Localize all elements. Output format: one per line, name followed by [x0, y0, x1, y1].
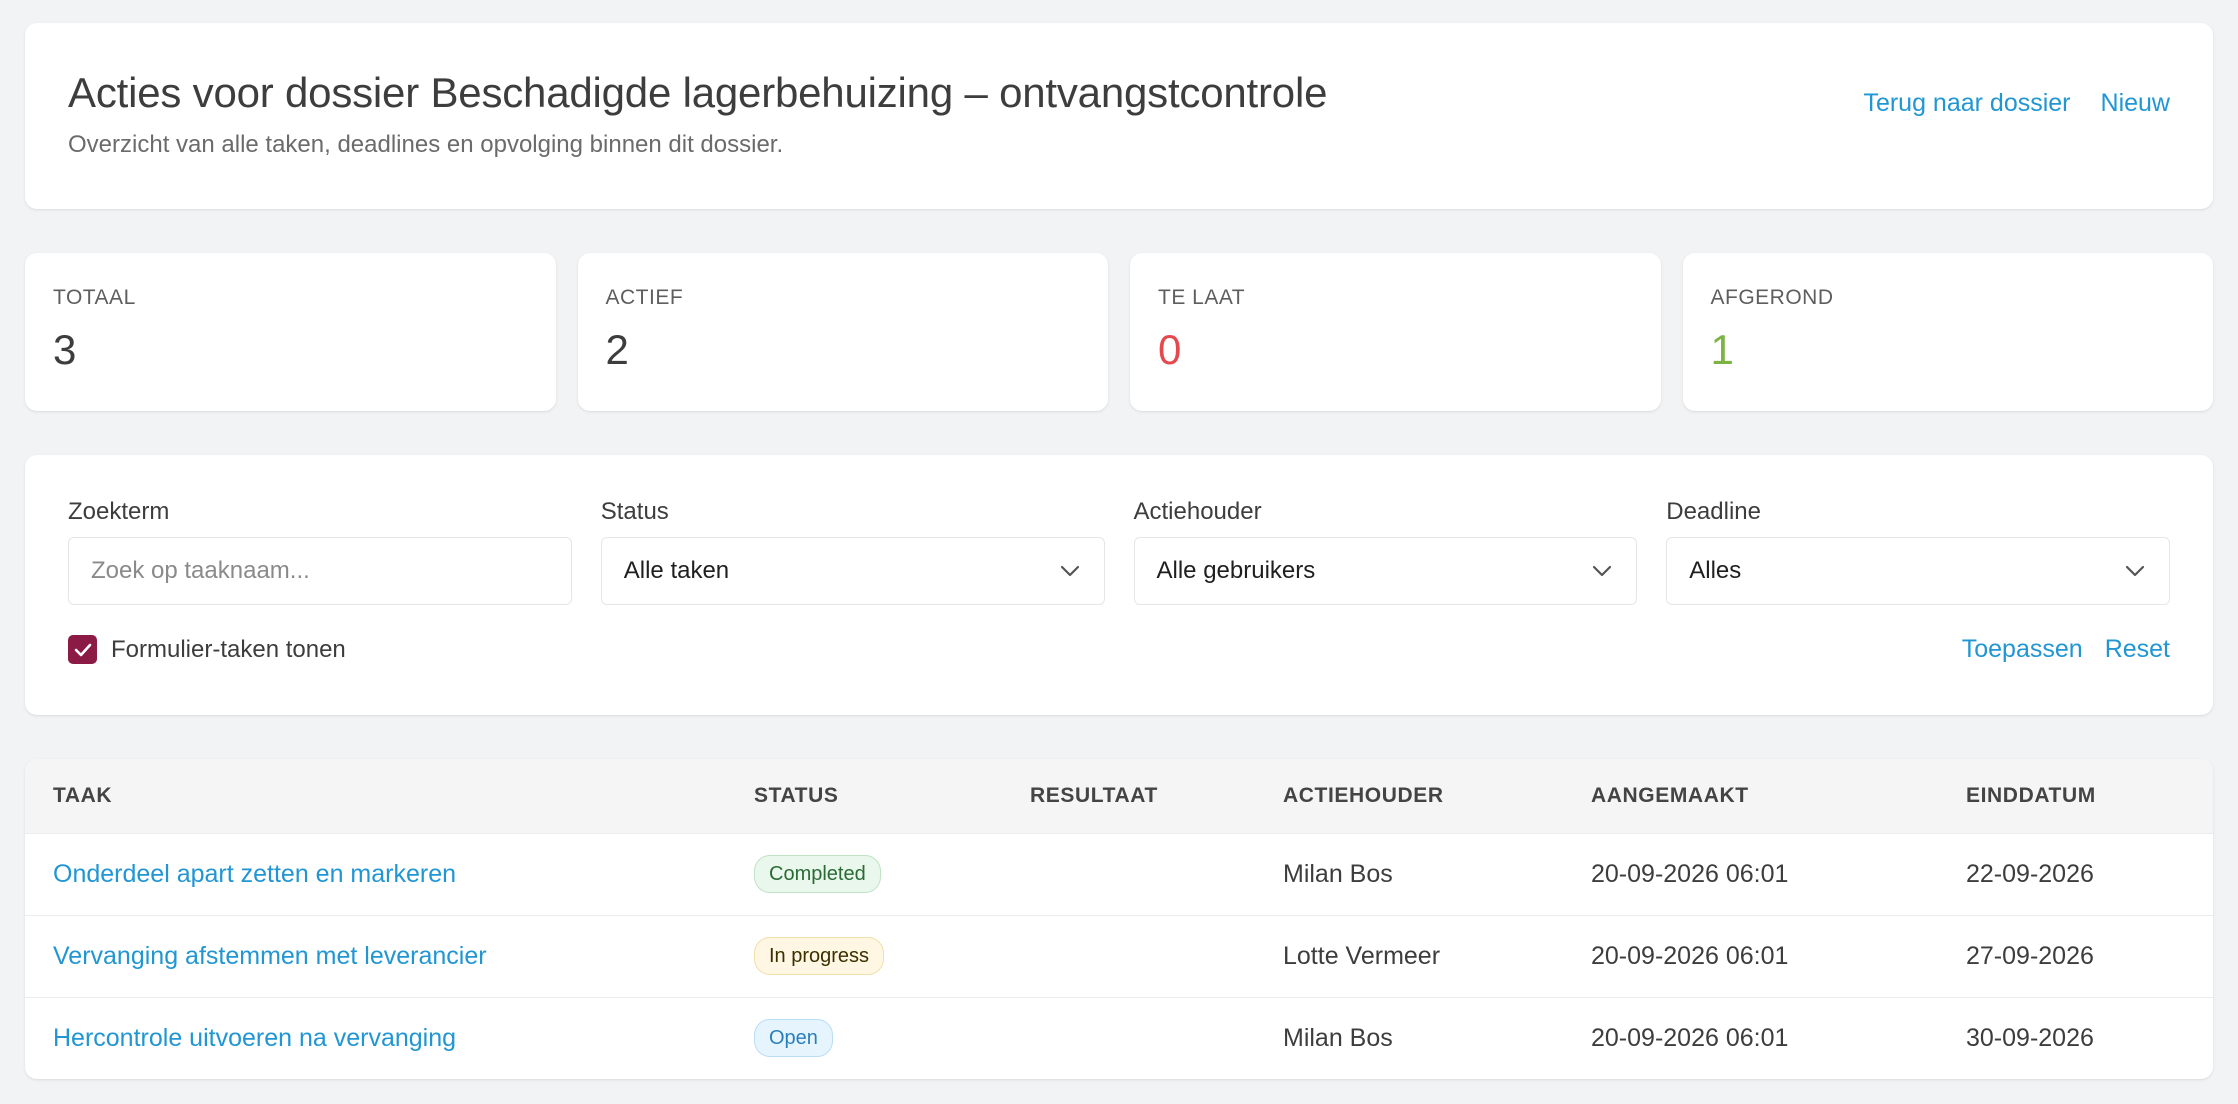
deadline-select-value: Alles [1689, 557, 1742, 584]
page-title: Acties voor dossier Beschadigde lagerbeh… [68, 69, 1328, 116]
filter-bottom-row: Formulier-taken tonen Toepassen Reset [68, 635, 2170, 664]
status-label: Status [600, 498, 669, 525]
filter-search-group: Zoekterm [68, 497, 572, 605]
owner-select-value: Alle gebruikers [1156, 557, 1316, 584]
stat-card-done: Afgerond 1 [1682, 253, 2213, 411]
search-field [68, 537, 572, 605]
status-select[interactable]: Alle taken [600, 537, 1105, 605]
reset-filters-link[interactable]: Reset [2105, 635, 2170, 664]
table-row: Hercontrole uitvoeren na vervanging Open… [25, 997, 2213, 1079]
created-cell: 20-09-2026 06:01 [1591, 1023, 1789, 1052]
created-cell: 20-09-2026 06:01 [1591, 859, 1789, 888]
search-label: Zoekterm [68, 498, 170, 525]
deadline-label: Deadline [1666, 498, 1761, 525]
chevron-down-icon [1590, 559, 1614, 583]
task-link[interactable]: Hercontrole uitvoeren na vervanging [53, 1024, 456, 1052]
new-action-link[interactable]: Nieuw [2101, 89, 2170, 118]
tasks-table-card: Taak Status Resultaat Actiehouder Aangem… [25, 759, 2213, 1079]
column-header-created[interactable]: Aangemaakt [1563, 759, 1938, 833]
stat-card-active: Actief 2 [577, 253, 1108, 411]
result-cell [1002, 997, 1255, 1079]
table-row: Onderdeel apart zetten en markeren Compl… [25, 833, 2213, 915]
owner-cell: Lotte Vermeer [1283, 941, 1441, 970]
column-header-owner[interactable]: Actiehouder [1255, 759, 1563, 833]
column-header-status[interactable]: Status [726, 759, 1002, 833]
stat-value: 2 [605, 326, 629, 373]
status-badge: Open [754, 1019, 833, 1058]
stat-card-total: Totaal 3 [25, 253, 556, 411]
result-cell [1002, 833, 1255, 915]
filter-card: Zoekterm Status Alle taken Actiehouder A… [25, 455, 2213, 715]
filter-owner-group: Actiehouder Alle gebruikers [1133, 497, 1638, 605]
due-cell: 27-09-2026 [1966, 941, 2094, 970]
task-cell: Vervanging afstemmen met leverancier [25, 915, 726, 997]
stat-value: 3 [53, 326, 77, 373]
status-badge: Completed [754, 855, 881, 893]
tasks-table: Taak Status Resultaat Actiehouder Aangem… [25, 759, 2213, 1079]
chevron-down-icon [1058, 559, 1082, 583]
created-cell: 20-09-2026 06:01 [1591, 941, 1789, 970]
result-cell [1002, 915, 1255, 997]
back-to-dossier-link[interactable]: Terug naar dossier [1863, 89, 2070, 118]
deadline-select[interactable]: Alles [1666, 537, 2170, 605]
column-header-result[interactable]: Resultaat [1002, 759, 1255, 833]
status-cell: In progress [726, 915, 1002, 997]
stat-label: Actief [605, 286, 684, 309]
check-icon [74, 643, 91, 656]
stat-label: Totaal [53, 286, 136, 309]
stat-card-late: Te laat 0 [1130, 253, 1661, 411]
task-link[interactable]: Onderdeel apart zetten en markeren [53, 860, 456, 888]
filter-actions: Toepassen Reset [1962, 635, 2170, 664]
form-tasks-checkbox[interactable] [68, 635, 97, 664]
column-header-task[interactable]: Taak [25, 759, 726, 833]
apply-filters-link[interactable]: Toepassen [1962, 635, 2083, 664]
filter-status-group: Status Alle taken [600, 497, 1105, 605]
status-badge: In progress [754, 937, 885, 975]
form-tasks-toggle[interactable]: Formulier-taken tonen [68, 635, 346, 664]
owner-select[interactable]: Alle gebruikers [1133, 537, 1638, 605]
filter-deadline-group: Deadline Alles [1666, 497, 2170, 605]
task-cell: Onderdeel apart zetten en markeren [25, 833, 726, 915]
page-subtitle: Overzicht van alle taken, deadlines en o… [68, 131, 784, 158]
chevron-down-icon [2123, 559, 2147, 583]
due-cell: 30-09-2026 [1966, 1023, 2094, 1052]
stat-label: Afgerond [1710, 286, 1834, 309]
due-cell: 22-09-2026 [1966, 859, 2094, 888]
stat-value: 0 [1158, 326, 1182, 373]
status-cell: Open [726, 997, 1002, 1079]
status-select-value: Alle taken [623, 557, 730, 584]
table-header-row: Taak Status Resultaat Actiehouder Aangem… [25, 759, 2213, 833]
status-cell: Completed [726, 833, 1002, 915]
filter-row: Zoekterm Status Alle taken Actiehouder A… [68, 497, 2170, 605]
owner-cell: Milan Bos [1283, 859, 1393, 888]
header-actions: Terug naar dossier Nieuw [1863, 89, 2170, 118]
search-input[interactable] [91, 557, 549, 585]
form-tasks-label: Formulier-taken tonen [111, 635, 346, 663]
column-header-due[interactable]: Einddatum [1938, 759, 2213, 833]
page: Acties voor dossier Beschadigde lagerbeh… [0, 0, 2238, 1104]
owner-cell: Milan Bos [1283, 1023, 1393, 1052]
stats-row: Totaal 3 Actief 2 Te laat 0 Afgerond 1 [25, 253, 2213, 411]
task-link[interactable]: Vervanging afstemmen met leverancier [53, 942, 487, 970]
header-card: Acties voor dossier Beschadigde lagerbeh… [25, 23, 2213, 209]
owner-label: Actiehouder [1133, 498, 1262, 525]
stat-value: 1 [1710, 326, 1734, 373]
stat-label: Te laat [1158, 286, 1246, 309]
table-row: Vervanging afstemmen met leverancier In … [25, 915, 2213, 997]
task-cell: Hercontrole uitvoeren na vervanging [25, 997, 726, 1079]
